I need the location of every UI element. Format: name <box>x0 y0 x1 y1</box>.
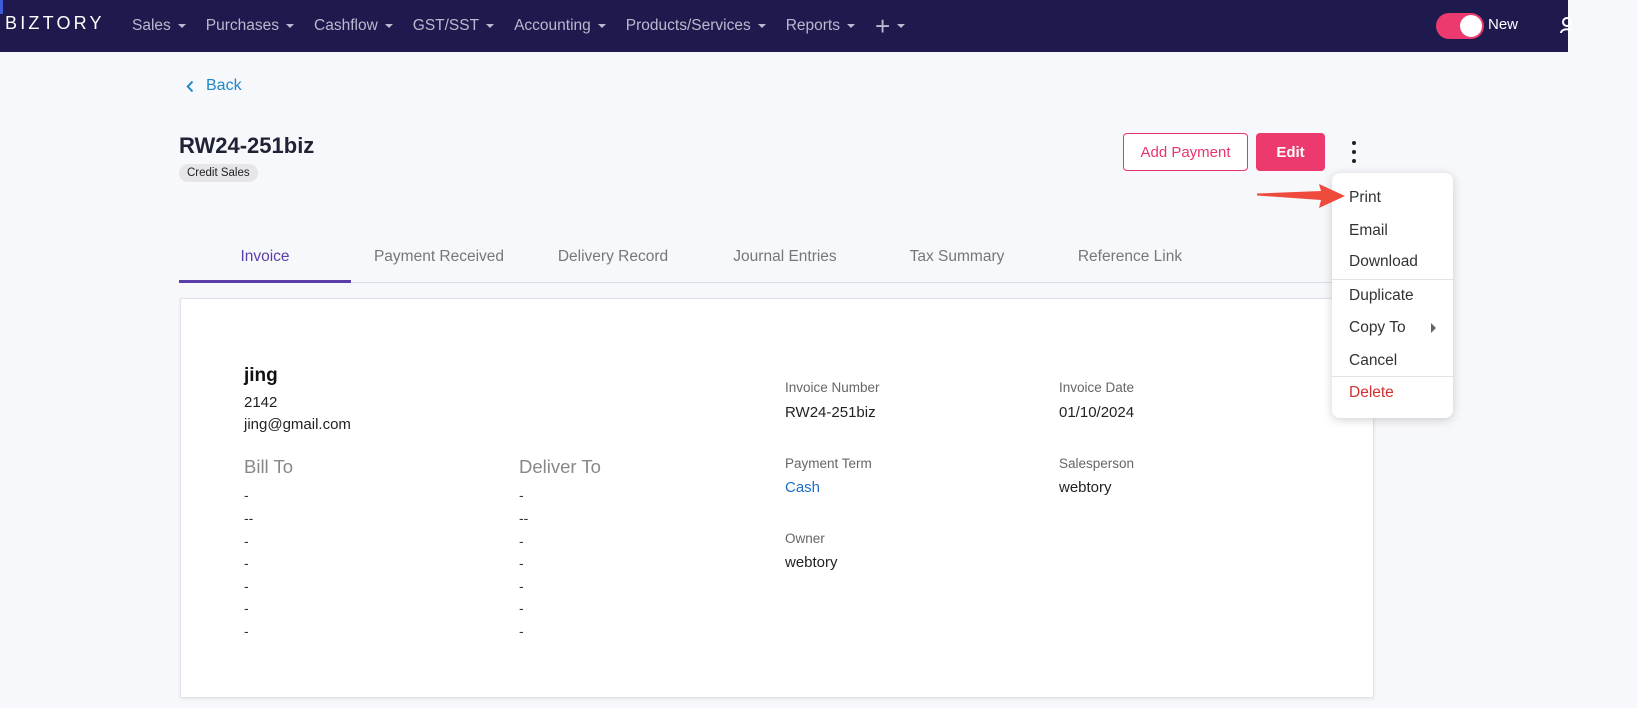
nav-purchases-label: Purchases <box>205 17 280 34</box>
chevron-down-icon <box>597 24 606 28</box>
customer-name: jing <box>244 365 278 386</box>
chevron-down-icon <box>847 24 855 28</box>
owner-label: Owner <box>785 531 825 546</box>
new-ui-toggle[interactable] <box>1436 13 1484 39</box>
chevron-left-icon <box>186 80 194 92</box>
app-logo[interactable]: BIZTORY <box>5 13 105 34</box>
menu-divider <box>1332 376 1453 377</box>
bill-to-line: -- <box>244 510 254 526</box>
menu-item-email[interactable]: Email <box>1349 222 1388 240</box>
invoice-date-label: Invoice Date <box>1059 380 1135 395</box>
edit-button[interactable]: Edit <box>1256 133 1325 171</box>
deliver-to-line: - <box>519 623 524 639</box>
nav-cashflow[interactable]: Cashflow <box>314 17 393 35</box>
tab-tax-summary[interactable]: Tax Summary <box>871 236 1043 282</box>
chevron-down-icon <box>177 24 186 28</box>
tab-payment-received[interactable]: Payment Received <box>351 236 527 282</box>
chevron-down-icon <box>897 24 906 28</box>
nav-gst-sst-label: GST/SST <box>412 17 480 34</box>
menu-item-cancel[interactable]: Cancel <box>1349 352 1397 370</box>
toggle-label: New <box>1488 16 1519 33</box>
tab-invoice[interactable]: Invoice <box>179 236 351 283</box>
bill-to-line: - <box>244 623 249 639</box>
invoice-date-value: 01/10/2024 <box>1059 404 1135 421</box>
deliver-to-line: -- <box>519 510 529 526</box>
top-navbar: BIZTORY Sales Purchases Cashflow GST/SST… <box>0 0 1572 52</box>
status-badge: Credit Sales <box>179 164 258 182</box>
nav-cashflow-label: Cashflow <box>314 17 378 34</box>
nav-reports-label: Reports <box>785 17 840 34</box>
payment-term-label: Payment Term <box>785 456 872 471</box>
chevron-down-icon <box>757 24 766 28</box>
deliver-to-line: - <box>519 600 524 616</box>
nav-purchases[interactable]: Purchases <box>205 17 295 35</box>
chevron-down-icon <box>384 24 393 28</box>
back-link[interactable]: Back <box>186 77 242 95</box>
nav-accounting[interactable]: Accounting <box>514 17 606 35</box>
plus-icon: + <box>875 11 891 41</box>
menu-divider <box>1332 279 1453 280</box>
more-options-menu: Print Email Download Duplicate Copy To C… <box>1332 173 1453 418</box>
page-title: RW24-251biz <box>179 133 315 158</box>
menu-item-print[interactable]: Print <box>1349 189 1381 207</box>
deliver-to-title: Deliver To <box>519 456 601 477</box>
nav-quick-add[interactable]: + <box>875 11 906 41</box>
chevron-down-icon <box>486 24 495 28</box>
nav-products-services-label: Products/Services <box>625 17 751 34</box>
customer-email: jing@gmail.com <box>244 416 351 433</box>
add-payment-button[interactable]: Add Payment <box>1123 133 1248 171</box>
bill-to-line: - <box>244 555 249 571</box>
deliver-to-line: - <box>519 533 524 549</box>
chevron-right-icon <box>1431 323 1436 333</box>
nav-accounting-label: Accounting <box>514 17 591 34</box>
invoice-card <box>180 298 1374 698</box>
menu-item-download[interactable]: Download <box>1349 253 1418 271</box>
bill-to-title: Bill To <box>244 456 294 477</box>
menu-item-delete[interactable]: Delete <box>1349 384 1394 402</box>
bill-to-line: - <box>244 578 249 594</box>
nav-products-services[interactable]: Products/Services <box>626 17 766 35</box>
tab-reference-link[interactable]: Reference Link <box>1043 236 1217 282</box>
bill-to-line: - <box>244 600 249 616</box>
main-nav: Sales Purchases Cashflow GST/SST Account… <box>132 0 925 52</box>
payment-term-link[interactable]: Cash <box>785 479 820 496</box>
menu-item-copy-to[interactable]: Copy To <box>1349 319 1406 337</box>
salesperson-value: webtory <box>1059 479 1112 496</box>
invoice-number-label: Invoice Number <box>785 380 880 395</box>
deliver-to-line: - <box>519 578 524 594</box>
nav-reports[interactable]: Reports <box>786 17 855 35</box>
salesperson-label: Salesperson <box>1059 456 1135 471</box>
invoice-number-value: RW24-251biz <box>785 404 876 421</box>
user-icon[interactable] <box>1560 17 1572 33</box>
nav-sales-label: Sales <box>132 17 171 34</box>
more-options-icon[interactable] <box>1345 141 1363 163</box>
toggle-knob <box>1460 15 1482 37</box>
tab-bar: Invoice Payment Received Delivery Record… <box>179 236 1374 283</box>
bill-to-line: - <box>244 533 249 549</box>
bill-to-line: - <box>244 487 249 503</box>
deliver-to-line: - <box>519 555 524 571</box>
back-label: Back <box>206 77 242 94</box>
tab-journal-entries[interactable]: Journal Entries <box>699 236 871 282</box>
nav-sales[interactable]: Sales <box>132 17 186 35</box>
tab-delivery-record[interactable]: Delivery Record <box>527 236 699 282</box>
nav-gst-sst[interactable]: GST/SST <box>412 17 495 35</box>
menu-item-duplicate[interactable]: Duplicate <box>1349 287 1414 305</box>
edge-marker <box>0 0 3 14</box>
customer-code: 2142 <box>244 394 278 411</box>
owner-value: webtory <box>785 554 838 571</box>
annotation-arrow-icon <box>1257 184 1345 208</box>
deliver-to-line: - <box>519 487 524 503</box>
chevron-down-icon <box>286 24 295 28</box>
